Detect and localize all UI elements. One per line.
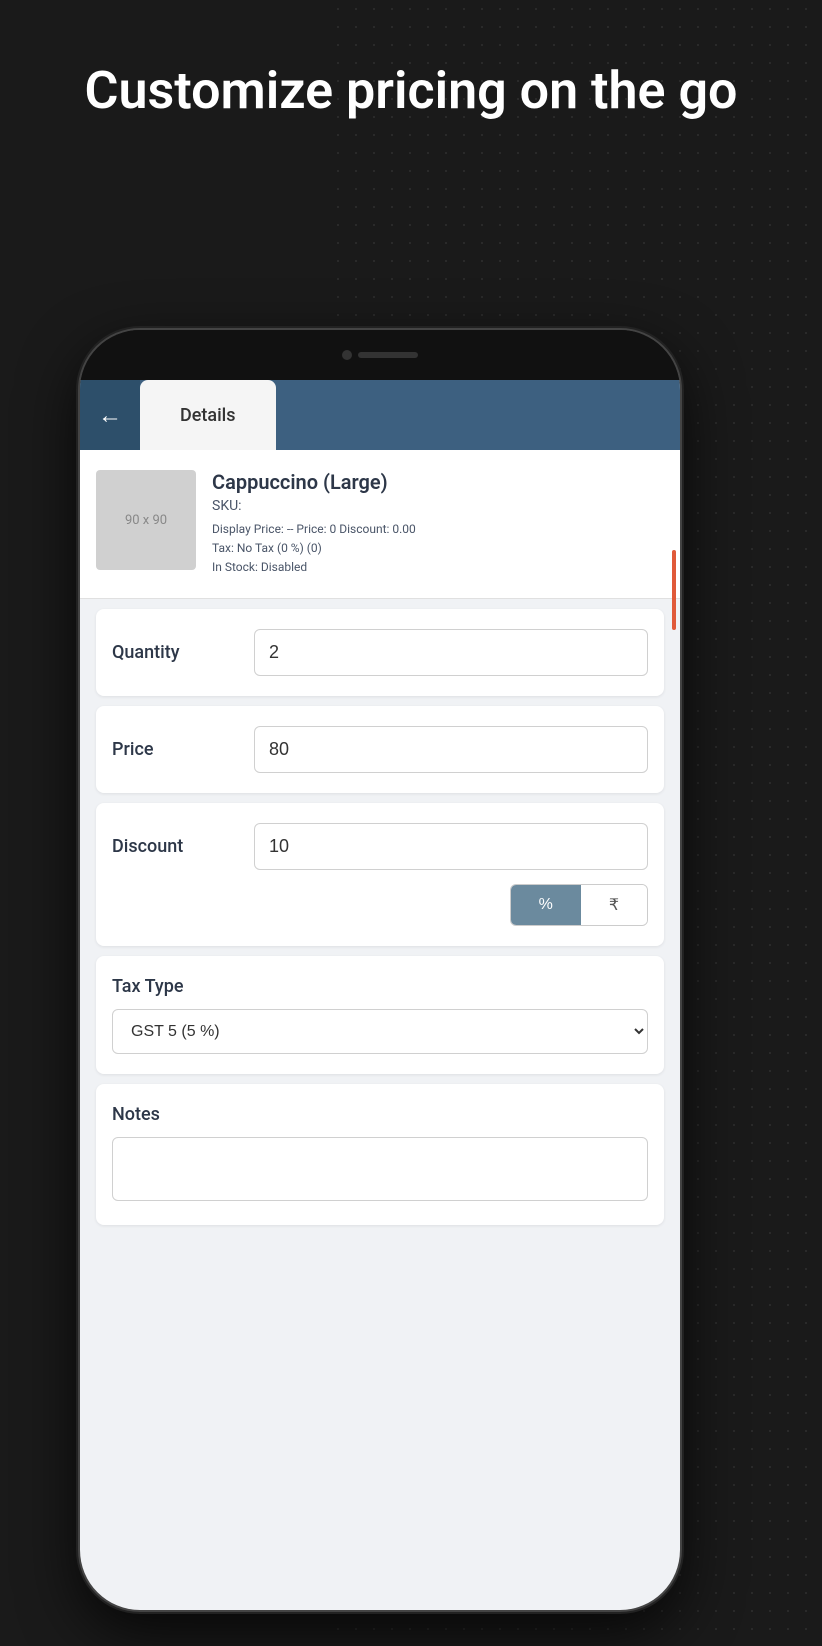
- discount-toggle-group: % ₹: [510, 884, 648, 926]
- tab-details-label: Details: [180, 405, 236, 426]
- meta-line1: Display Price: -- Price: 0 Discount: 0.0…: [212, 520, 664, 539]
- form-section: Quantity Price Discount %: [80, 599, 680, 1245]
- quantity-card: Quantity: [96, 609, 664, 696]
- product-section: 90 x 90 Cappuccino (Large) SKU: Display …: [80, 450, 680, 599]
- quantity-label: Quantity: [112, 642, 242, 663]
- discount-label: Discount: [112, 836, 242, 857]
- product-image: 90 x 90: [96, 470, 196, 570]
- notes-card: Notes: [96, 1084, 664, 1225]
- price-label: Price: [112, 739, 242, 760]
- discount-card: Discount % ₹: [96, 803, 664, 946]
- quantity-row: Quantity: [112, 629, 648, 676]
- phone-frame: ← Details 90 x 90 Cappuccino (Large) SKU…: [80, 330, 680, 1610]
- tax-card: Tax Type No Tax GST 5 (5 %) GST 12 (12 %…: [96, 956, 664, 1074]
- tax-type-label: Tax Type: [112, 976, 648, 997]
- phone-top-bar: [80, 330, 680, 380]
- tax-type-select[interactable]: No Tax GST 5 (5 %) GST 12 (12 %) GST 18 …: [112, 1009, 648, 1054]
- price-input[interactable]: [254, 726, 648, 773]
- tab-details[interactable]: Details: [140, 380, 276, 450]
- app-header: ← Details: [80, 380, 680, 450]
- quantity-input[interactable]: [254, 629, 648, 676]
- price-row: Price: [112, 726, 648, 773]
- back-arrow-icon: ←: [98, 401, 122, 430]
- hero-title: Customize pricing on the go: [0, 60, 822, 122]
- product-info: Cappuccino (Large) SKU: Display Price: -…: [212, 470, 664, 578]
- phone-camera: [342, 350, 352, 360]
- product-name: Cappuccino (Large): [212, 470, 664, 494]
- discount-input[interactable]: [254, 823, 648, 870]
- phone-speaker: [358, 352, 418, 358]
- discount-row: Discount: [112, 823, 648, 870]
- phone-screen: ← Details 90 x 90 Cappuccino (Large) SKU…: [80, 380, 680, 1610]
- scroll-indicator: [672, 550, 676, 630]
- product-meta: Display Price: -- Price: 0 Discount: 0.0…: [212, 520, 664, 578]
- meta-line3: In Stock: Disabled: [212, 558, 664, 577]
- discount-percent-btn[interactable]: %: [511, 885, 581, 925]
- notes-label: Notes: [112, 1104, 648, 1125]
- discount-rupee-btn[interactable]: ₹: [581, 885, 647, 925]
- back-button[interactable]: ←: [80, 380, 140, 450]
- meta-line2: Tax: No Tax (0 %) (0): [212, 539, 664, 558]
- price-card: Price: [96, 706, 664, 793]
- product-sku: SKU:: [212, 498, 664, 514]
- notes-input[interactable]: [112, 1137, 648, 1201]
- discount-toggle-area: % ₹: [112, 884, 648, 926]
